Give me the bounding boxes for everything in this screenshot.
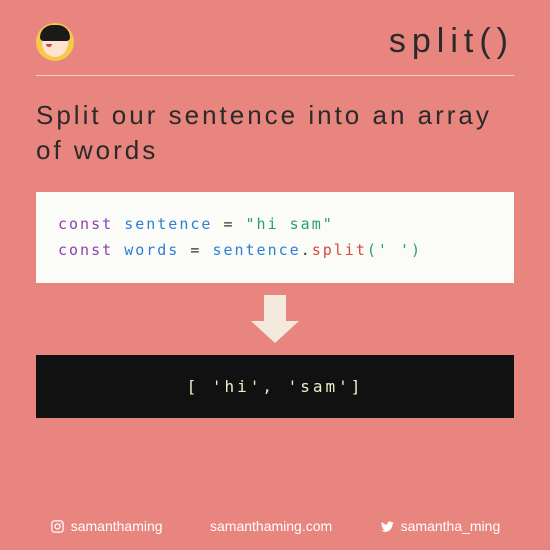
dot: . [301, 241, 312, 259]
instagram-handle: samanthaming [50, 518, 163, 534]
code-line-1: const sentence = "hi sam" [58, 212, 492, 238]
instagram-icon [50, 519, 65, 534]
avatar [36, 23, 74, 61]
twitter-handle: samantha_ming [380, 518, 501, 534]
string-literal: "hi sam" [246, 215, 334, 233]
object-ref: sentence [212, 241, 300, 259]
divider [36, 75, 514, 76]
variable: words [124, 241, 179, 259]
keyword: const [58, 241, 113, 259]
output-block: [ 'hi', 'sam'] [36, 355, 514, 418]
keyword: const [58, 215, 113, 233]
twitter-icon [380, 519, 395, 534]
operator: = [223, 215, 234, 233]
code-block: const sentence = "hi sam" const words = … [36, 192, 514, 283]
arguments: (' ') [367, 241, 422, 259]
subtitle: Split our sentence into an array of word… [36, 98, 514, 168]
website-link: samanthaming.com [210, 518, 332, 534]
page-title: split() [389, 22, 514, 61]
arrow-icon [0, 295, 550, 343]
instagram-text: samanthaming [71, 518, 163, 534]
twitter-text: samantha_ming [401, 518, 501, 534]
operator: = [190, 241, 201, 259]
code-line-2: const words = sentence.split(' ') [58, 238, 492, 264]
website-text: samanthaming.com [210, 518, 332, 534]
footer: samanthaming samanthaming.com samantha_m… [0, 518, 550, 534]
method-name: split [312, 241, 367, 259]
variable: sentence [124, 215, 212, 233]
